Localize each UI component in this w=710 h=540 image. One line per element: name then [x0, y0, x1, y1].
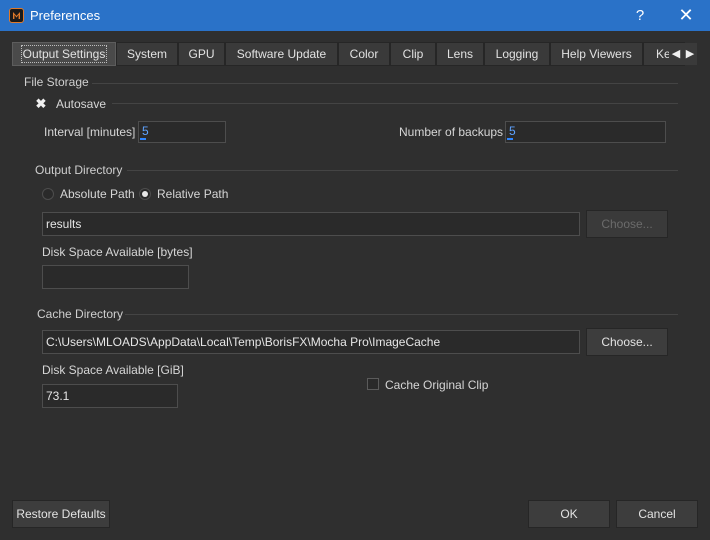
- absolute-path-label: Absolute Path: [60, 187, 135, 201]
- tab-logging[interactable]: Logging: [484, 42, 550, 66]
- tab-clip[interactable]: Clip: [390, 42, 436, 66]
- output-choose-button[interactable]: Choose...: [586, 210, 668, 238]
- file-storage-divider: [92, 83, 678, 84]
- relative-path-label: Relative Path: [157, 187, 229, 201]
- tab-label: Output Settings: [20, 45, 108, 63]
- backups-label: Number of backups: [399, 125, 504, 139]
- tab-software-update[interactable]: Software Update: [225, 42, 338, 66]
- cancel-button[interactable]: Cancel: [616, 500, 698, 528]
- tab-gpu[interactable]: GPU: [178, 42, 225, 66]
- autosave-checkbox[interactable]: ✖: [35, 97, 47, 110]
- tab-system[interactable]: System: [116, 42, 178, 66]
- backups-spinbox[interactable]: 5: [505, 121, 666, 143]
- tab-lens[interactable]: Lens: [436, 42, 484, 66]
- tab-bar: Output Settings System GPU Software Upda…: [12, 42, 698, 66]
- interval-label: Interval [minutes]: [44, 125, 136, 139]
- cache-directory-title: Cache Directory: [37, 307, 124, 321]
- cache-original-clip-checkbox[interactable]: [367, 378, 379, 390]
- tab-scroll-left-icon[interactable]: ◀: [669, 43, 683, 65]
- help-button[interactable]: ?: [618, 0, 662, 31]
- cache-path-input[interactable]: C:\Users\MLOADS\AppData\Local\Temp\Boris…: [42, 330, 580, 354]
- autosave-divider: [112, 103, 678, 104]
- cache-choose-button[interactable]: Choose...: [586, 328, 668, 356]
- cache-disk-space-label: Disk Space Available [GiB]: [42, 363, 184, 377]
- tab-output-settings[interactable]: Output Settings: [12, 42, 116, 66]
- ok-button[interactable]: OK: [528, 500, 610, 528]
- tab-scroll-right-icon[interactable]: ▶: [683, 43, 697, 65]
- output-directory-title: Output Directory: [35, 163, 123, 177]
- cache-original-clip-label: Cache Original Clip: [385, 378, 489, 392]
- output-path-input[interactable]: results: [42, 212, 580, 236]
- tab-help-viewers[interactable]: Help Viewers: [550, 42, 643, 66]
- close-button[interactable]: ✕: [664, 0, 708, 31]
- tab-color[interactable]: Color: [338, 42, 390, 66]
- cache-directory-divider: [125, 314, 678, 315]
- absolute-path-radio[interactable]: [42, 188, 54, 200]
- output-directory-divider: [127, 170, 678, 171]
- window-title: Preferences: [30, 8, 101, 23]
- restore-defaults-button[interactable]: Restore Defaults: [12, 500, 110, 528]
- file-storage-title: File Storage: [24, 75, 89, 89]
- cache-disk-space-field: 73.1: [42, 384, 178, 408]
- autosave-label: Autosave: [56, 97, 107, 111]
- output-disk-space-label: Disk Space Available [bytes]: [42, 245, 193, 259]
- output-disk-space-field: [42, 265, 189, 289]
- title-bar[interactable]: Preferences ? ✕: [0, 0, 710, 31]
- relative-path-radio[interactable]: [139, 188, 151, 200]
- mocha-logo-icon: [9, 8, 24, 23]
- interval-spinbox[interactable]: 5: [138, 121, 226, 143]
